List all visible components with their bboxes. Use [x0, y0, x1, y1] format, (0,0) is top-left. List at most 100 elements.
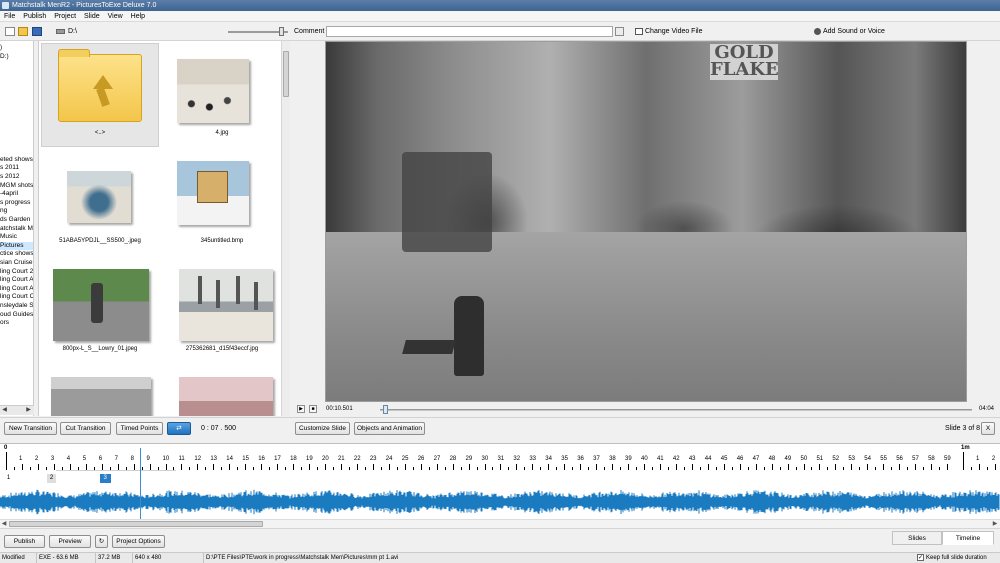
menu-slide[interactable]: Slide: [80, 11, 104, 21]
file-tile[interactable]: [41, 361, 159, 416]
preview-button[interactable]: Preview: [49, 535, 91, 548]
video-file-icon[interactable]: [635, 28, 643, 35]
tree-item[interactable]: D:): [0, 53, 33, 61]
timeline-tick-label: 17: [274, 456, 281, 462]
timeline-tick: [532, 464, 534, 470]
file-name: 345untitled.bmp: [200, 238, 244, 244]
tree-item[interactable]: atchstalk Men: [0, 225, 33, 233]
file-tile[interactable]: [163, 361, 281, 416]
folder-tree-scrollbar[interactable]: ◀ ▶: [0, 405, 34, 415]
tree-item[interactable]: Music: [0, 233, 33, 241]
tree-item[interactable]: Pictures: [0, 241, 33, 250]
comment-input[interactable]: [326, 26, 613, 37]
new-transition-button[interactable]: New Transition: [4, 422, 57, 435]
loop-button[interactable]: ↻: [95, 535, 108, 548]
timeline-scrollbar[interactable]: ◀ ▶: [0, 519, 1000, 528]
tree-item[interactable]: ling Court A: [0, 285, 33, 293]
drive-icon: [56, 29, 65, 34]
add-sound-button[interactable]: Add Sound or Voice: [823, 27, 885, 37]
timeline-tick-label: 42: [672, 456, 680, 462]
tree-item[interactable]: ling Court C: [0, 293, 33, 301]
tree-item[interactable]: ling Court 2: [0, 268, 33, 276]
timeline-minor-tick: [45, 467, 47, 470]
stop-icon[interactable]: ■: [309, 405, 317, 413]
tree-item[interactable]: ng: [0, 207, 33, 215]
tree-item[interactable]: ors: [0, 319, 33, 327]
file-tile[interactable]: 51ABA5YPDJL__SS500_.jpeg: [41, 151, 159, 255]
scrollbar-thumb[interactable]: [9, 521, 263, 527]
customize-slide-button[interactable]: Customize Slide: [295, 422, 350, 435]
menu-file[interactable]: File: [0, 11, 19, 21]
scroll-left-icon[interactable]: ◀: [1, 407, 8, 414]
cut-transition-button[interactable]: Cut Transition: [60, 422, 111, 435]
timed-points-button[interactable]: Timed Points: [116, 422, 163, 435]
total-time: 04:04: [979, 406, 995, 412]
change-video-file-button[interactable]: Change Video File: [645, 27, 702, 37]
open-folder-icon[interactable]: [18, 27, 28, 36]
objects-animation-button[interactable]: Objects and Animation: [354, 422, 425, 435]
tree-item[interactable]: sian Cruise: [0, 259, 33, 267]
tree-item[interactable]: -4april: [0, 190, 33, 198]
timeline-playhead[interactable]: [139, 448, 141, 519]
close-slide-panel-button[interactable]: X: [981, 422, 995, 435]
timeline-minor-tick: [699, 467, 701, 470]
scroll-right-icon[interactable]: ▶: [991, 520, 999, 528]
play-icon[interactable]: ▶: [297, 405, 305, 413]
seek-bar[interactable]: [380, 409, 972, 411]
tree-item[interactable]: s 2011: [0, 164, 33, 172]
project-options-button[interactable]: Project Options: [112, 535, 165, 548]
video-preview[interactable]: GOLD FLAKE: [325, 41, 967, 402]
slide-duration[interactable]: 0 : 07 . 500: [201, 424, 236, 434]
file-browser[interactable]: <..> 4.jpg 51ABA5YPDJL__SS500_.jpeg 345unti…: [38, 41, 282, 416]
slide-marker[interactable]: 2: [47, 474, 57, 483]
seek-thumb[interactable]: [382, 405, 388, 414]
file-tile[interactable]: 800px-L_S__Lowry_01.jpeg: [41, 255, 159, 359]
file-thumbnail: [53, 269, 149, 341]
tree-item[interactable]: MGM shots: [0, 182, 33, 190]
tree-item[interactable]: s progress: [0, 199, 33, 207]
new-file-icon[interactable]: [5, 27, 15, 36]
folder-tree[interactable]: ) D:) eted shows s 2011 s 2012 MGM shots -4apr…: [0, 41, 34, 416]
parent-folder-tile[interactable]: <..>: [41, 43, 159, 147]
menu-project[interactable]: Project: [50, 11, 80, 21]
tree-item[interactable]: ds Garden: [0, 216, 33, 224]
file-tile[interactable]: 275362681_d15f43eccf.jpg: [163, 255, 281, 359]
audio-waveform-track[interactable]: [0, 485, 1000, 519]
timeline-sync-button[interactable]: ⇄: [167, 422, 191, 435]
timeline-slides-track[interactable]: 1 2 3: [0, 471, 1000, 485]
tab-timeline[interactable]: Timeline: [942, 531, 994, 545]
scrollbar-thumb[interactable]: [283, 51, 289, 97]
thumbnail-size-thumb[interactable]: [279, 27, 284, 36]
timeline-tick: [915, 464, 917, 470]
timeline-tick-label: 57: [912, 456, 919, 462]
tab-slides[interactable]: Slides: [892, 531, 942, 545]
tree-item[interactable]: ): [0, 44, 33, 52]
menu-view[interactable]: View: [104, 11, 127, 21]
file-browser-scrollbar[interactable]: [281, 41, 290, 416]
menu-help[interactable]: Help: [127, 11, 149, 21]
sound-icon[interactable]: [814, 28, 821, 35]
slide-marker[interactable]: 1: [4, 474, 13, 483]
timeline-tick: [37, 464, 39, 470]
comment-edit-icon[interactable]: [615, 27, 624, 36]
scroll-right-icon[interactable]: ▶: [25, 407, 32, 414]
save-icon[interactable]: [32, 27, 42, 36]
tree-item[interactable]: ling Court A: [0, 276, 33, 284]
timeline-minor-tick: [923, 467, 925, 470]
publish-button[interactable]: Publish: [4, 535, 45, 548]
timeline-minor-tick: [683, 467, 685, 470]
tree-item[interactable]: s 2012: [0, 173, 33, 181]
tree-item[interactable]: eted shows: [0, 156, 33, 164]
timeline-ruler[interactable]: 0 1 2 3 4 5 6 7 8 9 10 11 12 13 14 15 16 17 18 19 20 21 22 23 24…: [0, 443, 1000, 472]
menu-publish[interactable]: Publish: [19, 11, 50, 21]
file-tile[interactable]: 345untitled.bmp: [163, 151, 281, 255]
scroll-left-icon[interactable]: ◀: [0, 520, 8, 528]
tree-item[interactable]: nsleydale Sh: [0, 302, 33, 310]
tree-item[interactable]: oud Guides &: [0, 311, 33, 319]
keep-full-duration-checkbox[interactable]: ✓: [917, 554, 924, 561]
timeline-tick: [883, 464, 885, 470]
file-tile[interactable]: 4.jpg: [163, 43, 281, 147]
timeline-minor-tick: [827, 467, 829, 470]
tree-item[interactable]: ctice shows: [0, 250, 33, 258]
slide-marker[interactable]: 3: [99, 474, 111, 483]
